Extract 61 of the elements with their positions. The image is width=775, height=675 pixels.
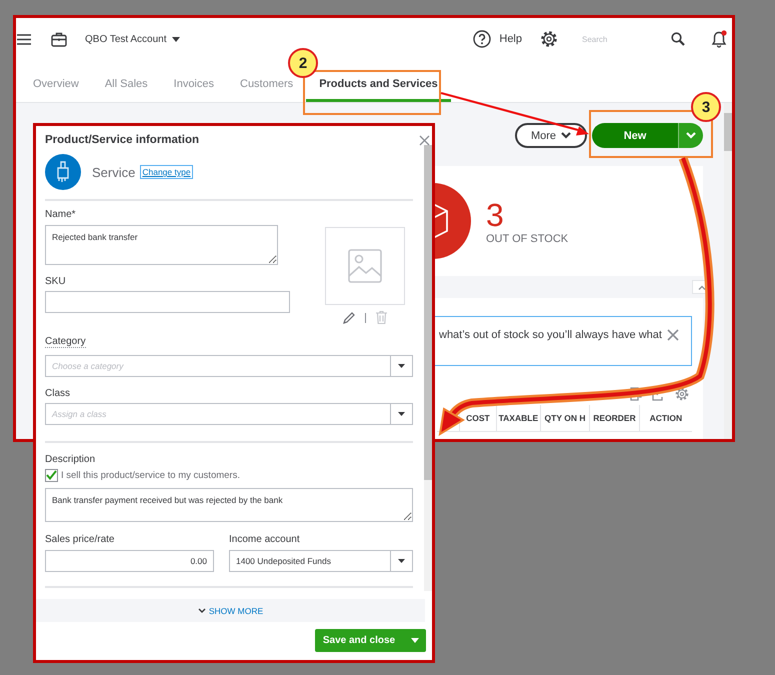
tab[interactable]: All Sales [92,60,161,102]
chevron-up-icon [698,284,706,290]
pencil-icon[interactable] [343,312,355,324]
column-header: QTY ON H [540,405,590,431]
column-header: ACTION [638,405,692,431]
item-type: Service [92,164,136,180]
income-account-value: 1400 Undeposited Funds [235,556,332,566]
more-button[interactable]: More [515,123,587,148]
sku-field[interactable] [45,291,290,313]
stock-label: OUT OF STOCK [486,233,568,245]
search-field[interactable]: Search [582,34,662,44]
chevron-down-icon [561,132,572,139]
tab[interactable]: Invoices [160,60,227,102]
price-label: Sales price/rate [45,534,114,546]
chevron-down-icon [686,132,696,139]
column-header: TAXABLE [496,405,540,431]
menu-icon[interactable] [17,34,31,44]
name-field[interactable]: Rejected bank transfer [45,225,278,265]
close-icon[interactable] [419,135,430,146]
banner-text: what’s out of stock so you’ll always have what [439,329,662,341]
search-icon[interactable] [671,32,685,46]
category-placeholder: Choose a category [51,361,125,371]
caret-icon [172,36,180,42]
class-placeholder: Assign a class [50,409,108,419]
close-icon[interactable] [667,329,679,341]
tab[interactable]: Overview [20,60,92,102]
caret-icon [410,638,418,643]
briefcase-icon [51,32,67,46]
scrollbar[interactable] [424,145,432,591]
sell-checkbox-label: I sell this product/service to my customers. [61,470,240,480]
name-label: Name* [45,209,76,221]
sku-label: SKU [45,276,66,288]
show-more-link[interactable]: SHOW MORE [198,606,264,616]
income-account-label: Income account [229,534,300,546]
stock-count: 3 [486,197,505,233]
settings-icon[interactable] [540,30,558,48]
help-icon[interactable] [473,30,492,48]
notification-bell-icon[interactable] [711,30,728,48]
price-field[interactable]: 0.00 [45,550,214,572]
scrollbar[interactable] [724,103,732,439]
service-brush-icon [45,154,81,190]
description-field[interactable]: Bank transfer payment received but was rejected by the bank [45,488,413,522]
change-type-link[interactable]: Change type [140,165,193,179]
description-label: Description [45,454,96,466]
caret-icon [398,412,405,416]
sell-checkbox[interactable] [45,468,58,482]
category-label: Category [45,336,86,348]
income-account-dropdown[interactable]: 1400 Undeposited Funds [229,550,413,572]
new-dropdown-button[interactable] [678,123,703,148]
caret-icon [398,364,405,368]
chevron-down-icon [198,608,206,613]
help-link[interactable]: Help [499,33,522,45]
account-menu[interactable]: QBO Test Account [85,34,180,44]
class-label: Class [45,388,72,400]
caret-icon [398,559,405,563]
column-header: REORDER [589,405,639,431]
trash-icon[interactable] [376,311,387,324]
image-upload-box[interactable] [325,227,405,305]
dialog-title: Product/Service information [45,133,200,147]
image-placeholder-icon [348,249,382,283]
new-button[interactable]: New [592,123,678,148]
